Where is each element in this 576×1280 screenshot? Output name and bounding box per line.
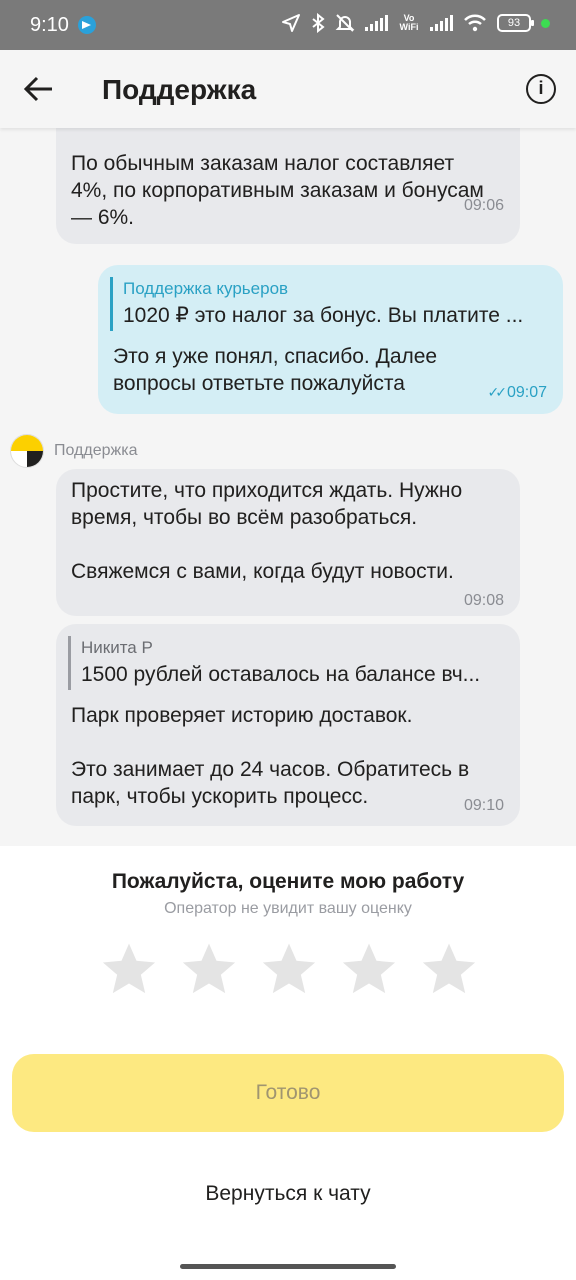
page-title: Поддержка (102, 74, 257, 105)
message-text: Простите, что приходится ждать. Нужно вр… (71, 479, 463, 529)
done-button[interactable]: Готово (12, 1054, 564, 1132)
star-rating (100, 940, 478, 998)
message-time: 09:10 (463, 797, 504, 814)
message-time: 09:06 (463, 197, 504, 214)
reply-quote[interactable]: Никита Р 1500 рублей оставалось на балан… (68, 636, 500, 690)
back-arrow-icon[interactable] (22, 72, 56, 106)
vowifi-label: Vo WiFi (399, 13, 419, 32)
star-icon-1[interactable] (100, 940, 158, 998)
message-text: По обычным заказам налог составляет 4%, … (71, 152, 484, 229)
info-icon[interactable]: i (526, 74, 556, 104)
message-text: Это я уже понял, спасибо. Далее вопросы … (113, 345, 438, 395)
message-time-value: 09:07 (506, 384, 547, 401)
status-time: 9:10 (30, 14, 69, 36)
chat-messages[interactable]: По обычным заказам налог составляет 4%, … (0, 128, 576, 846)
app-header: Поддержка i (0, 50, 576, 128)
privacy-indicator-dot (541, 18, 550, 28)
avatar (10, 434, 44, 468)
message-time: ✓✓ 09:07 (487, 379, 547, 406)
home-indicator[interactable] (180, 1264, 396, 1269)
signal-icon-2 (430, 15, 453, 31)
rating-panel: Пожалуйста, оцените мою работу Оператор … (0, 846, 576, 1280)
star-icon-2[interactable] (180, 940, 238, 998)
read-checkmarks-icon: ✓✓ (487, 384, 507, 400)
signal-icon (365, 15, 388, 31)
quote-author: Никита Р (81, 638, 153, 657)
message-outgoing: Поддержка курьеров 1020 ₽ это налог за б… (98, 265, 563, 414)
message-incoming: Никита Р 1500 рублей оставалось на балан… (56, 624, 520, 826)
status-icons: Vo WiFi 93 (281, 13, 550, 33)
star-icon-4[interactable] (340, 940, 398, 998)
battery-icon: 93 (497, 14, 534, 32)
back-to-chat-button[interactable]: Вернуться к чату (0, 1182, 576, 1206)
status-bar: 9:10 Vo WiFi 93 (0, 0, 576, 50)
message-incoming: По обычным заказам налог составляет 4%, … (56, 128, 520, 244)
quote-text: 1020 ₽ это налог за бонус. Вы платите ..… (123, 304, 524, 327)
sender-row: Поддержка (10, 434, 137, 468)
bluetooth-icon (312, 13, 325, 33)
message-text: Свяжемся с вами, когда будут новости. (71, 560, 454, 583)
telegram-icon (78, 16, 96, 34)
star-icon-5[interactable] (420, 940, 478, 998)
quote-text: 1500 рублей оставалось на балансе вч... (81, 663, 481, 686)
message-time: 09:08 (463, 592, 504, 609)
message-text: Это занимает до 24 часов. Обратитесь в п… (71, 758, 470, 808)
message-incoming: Простите, что приходится ждать. Нужно вр… (56, 469, 520, 616)
sender-name: Поддержка (54, 442, 138, 459)
wifi-icon (464, 14, 486, 32)
location-icon (282, 14, 300, 32)
mute-bell-icon (335, 14, 355, 32)
message-text: Парк проверяет историю доставок. (71, 704, 413, 727)
quote-author: Поддержка курьеров (123, 279, 289, 298)
rating-title: Пожалуйста, оцените мою работу (111, 870, 465, 893)
reply-quote[interactable]: Поддержка курьеров 1020 ₽ это налог за б… (110, 277, 540, 331)
star-icon-3[interactable] (260, 940, 318, 998)
rating-subtitle: Оператор не увидит вашу оценку (164, 900, 412, 917)
